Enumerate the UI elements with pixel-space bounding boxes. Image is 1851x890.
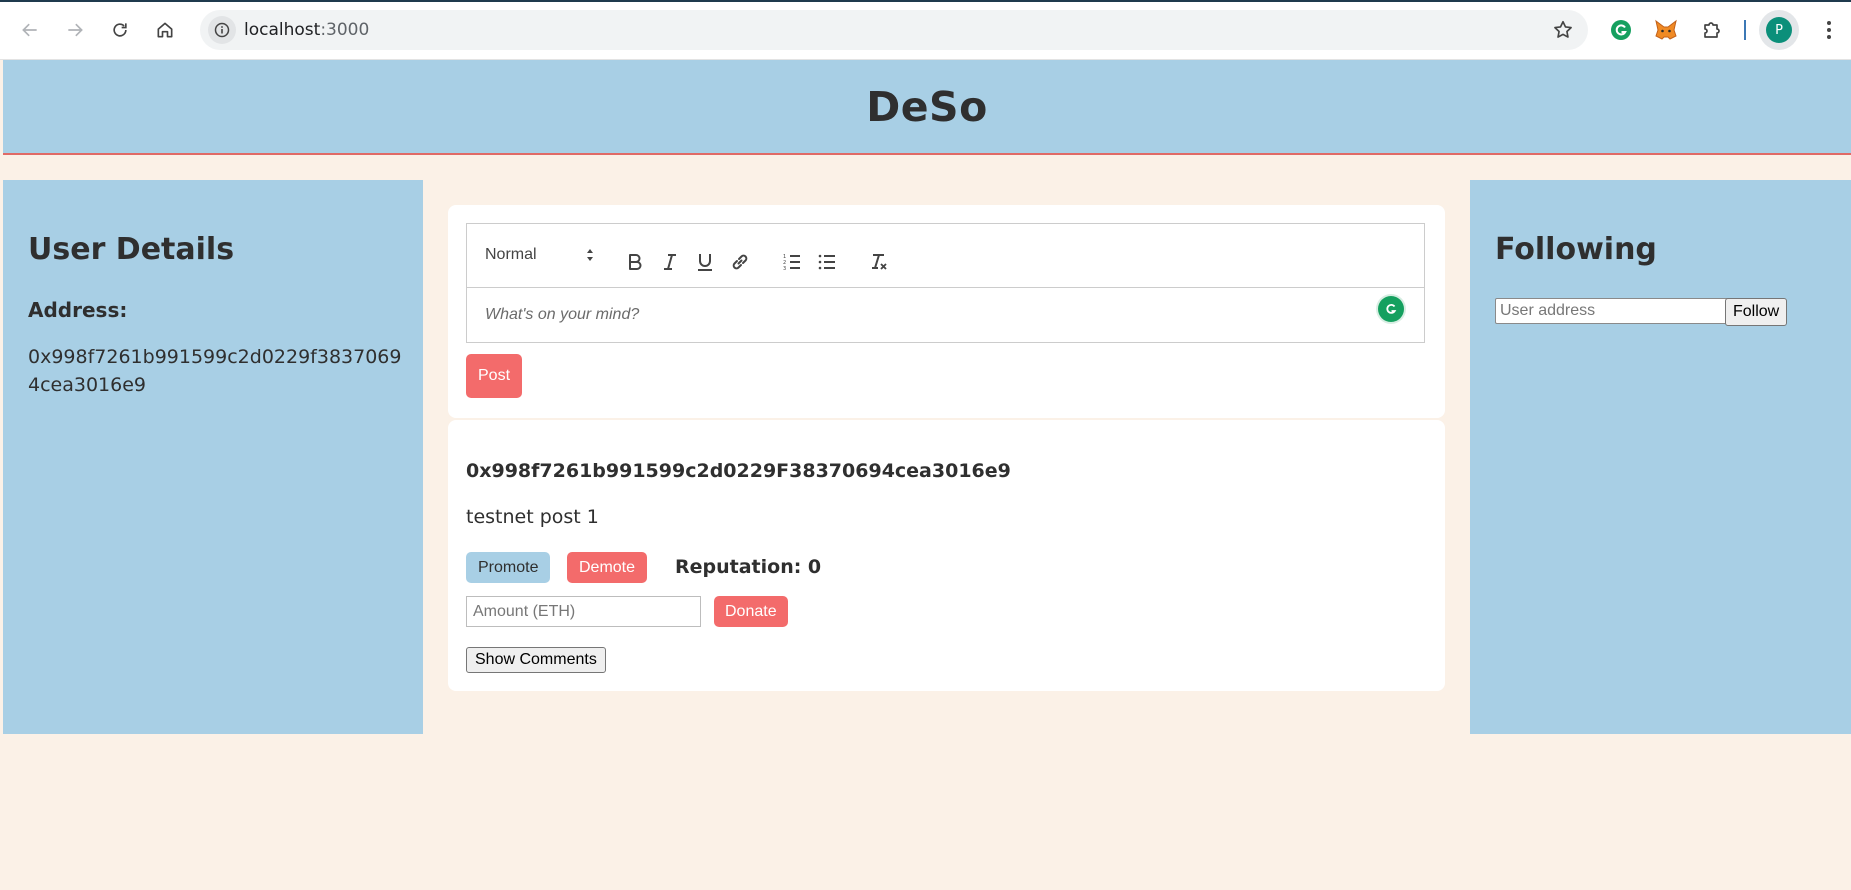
home-button[interactable]: [148, 13, 182, 47]
browser-toolbar: localhost:3000 P: [0, 0, 1851, 60]
bullet-list-icon: [818, 254, 835, 270]
address-bar[interactable]: localhost:3000: [200, 10, 1588, 50]
reload-button[interactable]: [103, 13, 137, 47]
bold-icon: [629, 254, 642, 270]
metamask-fox-icon: [1655, 19, 1677, 40]
site-info-button[interactable]: [208, 16, 236, 44]
italic-button[interactable]: [658, 250, 682, 274]
app-title: DeSo: [866, 82, 988, 131]
post-content: testnet post 1: [466, 506, 599, 528]
grammarly-icon: [1611, 20, 1631, 40]
avatar: P: [1766, 17, 1792, 43]
following-title: Following: [1495, 232, 1657, 267]
link-icon: [732, 254, 748, 270]
post-card: 0x998f7261b991599c2d0229F38370694cea3016…: [448, 420, 1445, 691]
ordered-list-button[interactable]: 123: [780, 250, 804, 274]
follow-button[interactable]: Follow: [1725, 298, 1788, 326]
reputation-text: Reputation: 0: [675, 556, 822, 578]
show-comments-button[interactable]: Show Comments: [466, 647, 606, 673]
post-text-editor[interactable]: What's on your mind?: [485, 306, 639, 324]
window-accent-bar: [0, 0, 1851, 2]
editor-toolbar: Normal 123: [467, 224, 1424, 288]
follow-address-input[interactable]: [1495, 298, 1729, 324]
user-details-panel: User Details Address: 0x998f7261b991599c…: [3, 180, 423, 734]
underline-button[interactable]: [693, 250, 717, 274]
address-value: 0x998f7261b991599c2d0229f38370694cea3016…: [28, 346, 402, 396]
grammarly-extension-button[interactable]: [1604, 13, 1638, 47]
select-arrows-icon[interactable]: [585, 246, 595, 264]
clear-format-icon: [872, 254, 887, 270]
url-port: :3000: [320, 20, 370, 40]
italic-icon: [664, 254, 676, 270]
info-icon: [214, 22, 230, 38]
bookmark-star-icon[interactable]: [1552, 19, 1574, 41]
url-text: localhost:3000: [244, 20, 369, 40]
url-host: localhost: [244, 20, 321, 40]
demote-button[interactable]: Demote: [567, 552, 648, 583]
more-vertical-icon: [1827, 21, 1831, 39]
home-icon: [157, 22, 173, 38]
grammarly-g-icon: [1386, 304, 1397, 314]
address-label: Address:: [28, 298, 128, 322]
underline-icon: [698, 254, 712, 271]
back-button[interactable]: [13, 13, 47, 47]
reload-icon: [113, 23, 127, 37]
donation-amount-input[interactable]: [466, 596, 701, 627]
rich-text-editor: Normal 123 What's on your mind?: [466, 223, 1425, 343]
bullet-list-button[interactable]: [815, 250, 839, 274]
puzzle-piece-icon: [1704, 22, 1720, 38]
post-author: 0x998f7261b991599c2d0229F38370694cea3016…: [466, 460, 1011, 482]
promote-button[interactable]: Promote: [466, 552, 551, 583]
profile-button[interactable]: P: [1759, 10, 1799, 50]
clear-format-button[interactable]: [867, 250, 891, 274]
forward-button[interactable]: [58, 13, 92, 47]
toolbar-divider: [1744, 20, 1746, 40]
extensions-button[interactable]: [1695, 13, 1729, 47]
format-select[interactable]: Normal: [485, 246, 537, 264]
bold-button[interactable]: [623, 250, 647, 274]
arrow-left-icon: [22, 23, 37, 37]
arrow-right-icon: [68, 23, 83, 37]
ordered-list-icon: 123: [783, 254, 800, 272]
grammarly-icon[interactable]: [1378, 296, 1404, 322]
link-button[interactable]: [728, 250, 752, 274]
user-details-title: User Details: [28, 232, 235, 267]
post-button[interactable]: Post: [466, 354, 523, 398]
post-composer-card: Normal 123 What's on your mind? Post: [448, 205, 1445, 418]
donate-button[interactable]: Donate: [714, 596, 788, 627]
svg-text:3: 3: [783, 266, 786, 272]
browser-menu-button[interactable]: [1812, 13, 1846, 47]
metamask-extension-button[interactable]: [1649, 13, 1683, 47]
app-header: DeSo: [3, 60, 1851, 155]
following-panel: Following Follow: [1470, 180, 1851, 734]
